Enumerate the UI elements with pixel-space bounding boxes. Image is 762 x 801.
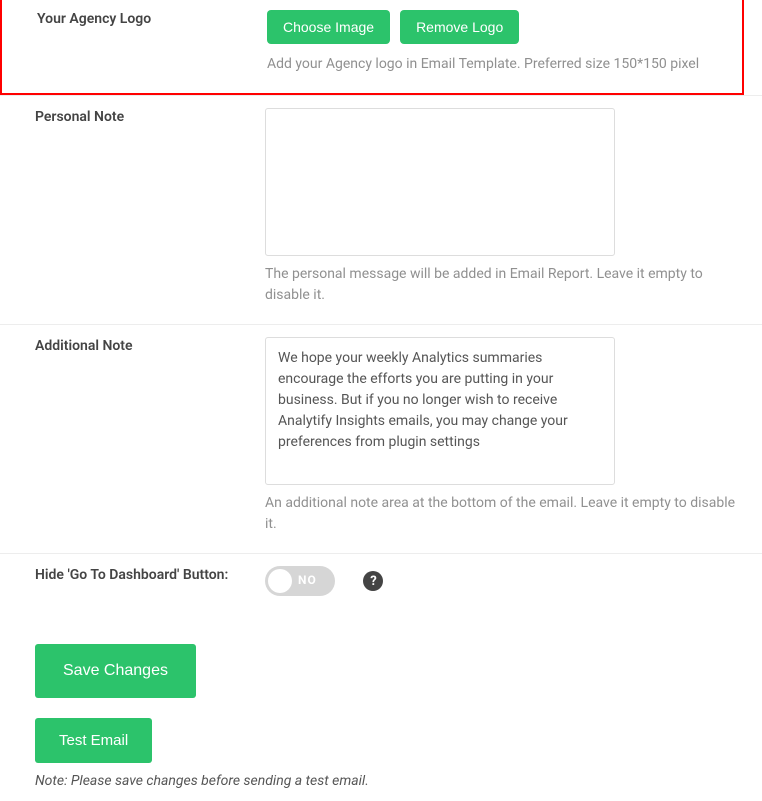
additional-note-help: An additional note area at the bottom of…	[265, 493, 747, 535]
remove-logo-button[interactable]: Remove Logo	[400, 10, 519, 44]
help-icon[interactable]: ?	[363, 571, 383, 591]
hide-dashboard-toggle[interactable]: NO	[265, 566, 335, 596]
personal-note-help: The personal message will be added in Em…	[265, 264, 747, 306]
choose-image-button[interactable]: Choose Image	[267, 10, 390, 44]
hide-dashboard-label: Hide 'Go To Dashboard' Button:	[35, 566, 255, 596]
additional-note-textarea[interactable]	[265, 337, 615, 485]
personal-note-textarea[interactable]	[265, 108, 615, 256]
personal-note-label: Personal Note	[35, 108, 255, 306]
agency-logo-label: Your Agency Logo	[37, 10, 257, 75]
agency-logo-help: Add your Agency logo in Email Template. …	[267, 54, 727, 75]
toggle-text: NO	[298, 573, 317, 587]
toggle-knob	[268, 569, 292, 593]
test-email-button[interactable]: Test Email	[35, 718, 152, 763]
save-changes-button[interactable]: Save Changes	[35, 644, 196, 698]
test-email-note: Note: Please save changes before sending…	[35, 773, 747, 789]
additional-note-label: Additional Note	[35, 337, 255, 535]
